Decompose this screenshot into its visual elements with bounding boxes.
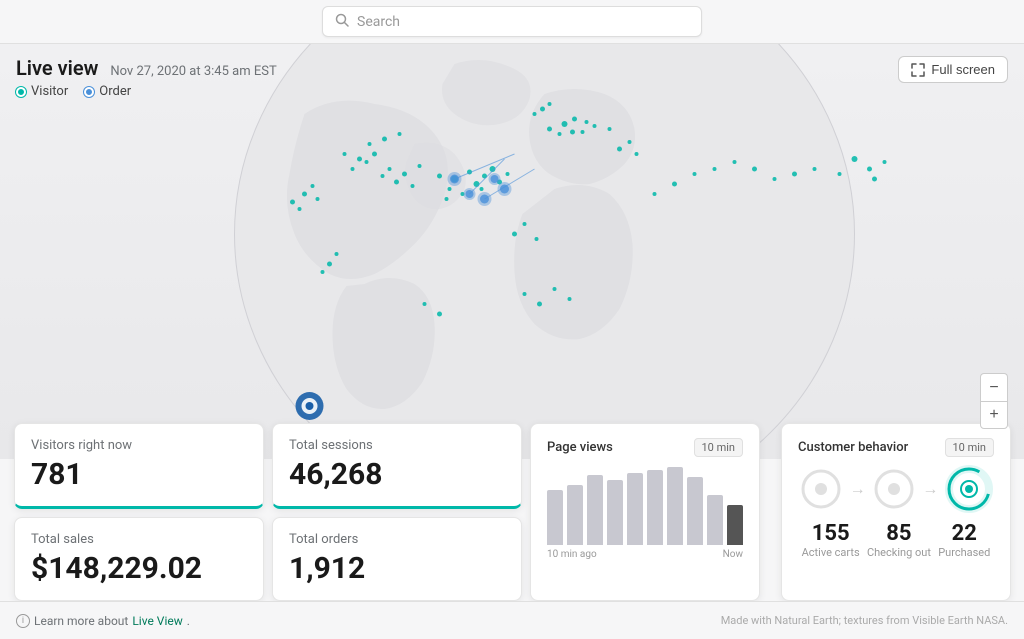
bstat-carts-value: 155 (802, 521, 860, 546)
footer-left: i Learn more about Live View . (16, 614, 190, 628)
legend-row: Visitor Order (16, 84, 277, 99)
bstat-checkout: 85 Checking out (867, 521, 931, 559)
legend-order: Order (84, 84, 131, 99)
behavior-title: Customer behavior (798, 440, 908, 455)
info-icon: i (16, 614, 30, 628)
visitors-label: Visitors right now (31, 438, 247, 453)
pageviews-card: Page views 10 min 10 min ago Now (530, 423, 760, 601)
behavior-badge: 10 min (945, 438, 995, 457)
fullscreen-label: Full screen (931, 62, 995, 77)
bstat-purchased-value: 22 (938, 521, 990, 546)
circle-purchased (945, 465, 993, 513)
footer-right: Made with Natural Earth; textures from V… (721, 614, 1008, 627)
order-label: Order (99, 84, 131, 99)
behavior-card: Customer behavior 10 min → (781, 423, 1011, 601)
sessions-card: Total sessions 46,268 (272, 423, 522, 509)
orders-card: Total orders 1,912 (272, 517, 522, 601)
live-header: Live view Nov 27, 2020 at 3:45 am EST Vi… (0, 44, 1024, 107)
fullscreen-icon (911, 63, 925, 77)
sessions-label: Total sessions (289, 438, 505, 453)
bar-2 (587, 475, 603, 545)
sales-label: Total sales (31, 532, 247, 547)
live-timestamp: Nov 27, 2020 at 3:45 am EST (110, 64, 276, 79)
footer-bar: i Learn more about Live View . Made with… (0, 601, 1024, 639)
pageviews-chart (547, 465, 743, 545)
circle-active-carts (799, 467, 843, 511)
visitors-value: 781 (31, 457, 247, 492)
arrow-2: → (922, 479, 938, 499)
fullscreen-button[interactable]: Full screen (898, 56, 1008, 83)
search-placeholder: Search (357, 14, 400, 30)
arrow-1: → (850, 479, 866, 499)
live-view-link[interactable]: Live View (132, 614, 182, 628)
order-dot (84, 87, 94, 97)
zoom-controls: − + (980, 373, 1008, 429)
bar-4 (627, 473, 643, 545)
pageviews-badge: 10 min (694, 438, 744, 457)
zoom-out-button[interactable]: − (980, 373, 1008, 401)
bar-7 (687, 477, 703, 545)
bar-0 (547, 490, 563, 545)
zoom-in-button[interactable]: + (980, 401, 1008, 429)
sales-card: Total sales $148,229.02 (14, 517, 264, 601)
sales-value: $148,229.02 (31, 551, 247, 586)
bstat-carts: 155 Active carts (802, 521, 860, 559)
purchased-circle (945, 465, 993, 513)
top-bar: Search (0, 0, 1024, 44)
behavior-stats: 155 Active carts 85 Checking out 22 Purc… (798, 521, 994, 559)
visitor-dot (16, 87, 26, 97)
behavior-circles: → → (798, 465, 994, 513)
footer-suffix: . (187, 614, 190, 628)
bottom-cards: Visitors right now 781 Total sessions 46… (0, 423, 1024, 601)
orders-value: 1,912 (289, 551, 505, 586)
bar-9 (727, 505, 743, 545)
visitors-card: Visitors right now 781 (14, 423, 264, 509)
bstat-checkout-value: 85 (867, 521, 931, 546)
search-box[interactable]: Search (322, 6, 702, 37)
chart-label-start: 10 min ago (547, 549, 597, 560)
legend-visitor: Visitor (16, 84, 68, 99)
pageviews-title: Page views (547, 440, 613, 455)
active-carts-circle (799, 467, 843, 511)
bar-1 (567, 485, 583, 545)
circle-checking-out (872, 467, 916, 511)
footer-info-text: Learn more about (34, 614, 128, 628)
footer-credit: Made with Natural Earth; textures from V… (721, 614, 1008, 627)
chart-label-end: Now (723, 549, 743, 560)
bstat-checkout-label: Checking out (867, 546, 931, 559)
main-content: Live view Nov 27, 2020 at 3:45 am EST Vi… (0, 44, 1024, 639)
visitor-label: Visitor (31, 84, 68, 99)
orders-label: Total orders (289, 532, 505, 547)
bar-5 (647, 470, 663, 545)
bstat-purchased-label: Purchased (938, 546, 990, 559)
bstat-carts-label: Active carts (802, 546, 860, 559)
bstat-purchased: 22 Purchased (938, 521, 990, 559)
bar-8 (707, 495, 723, 545)
sessions-value: 46,268 (289, 457, 505, 492)
checking-out-circle (872, 467, 916, 511)
page-title: Live view (16, 56, 98, 80)
bar-6 (667, 467, 683, 545)
bar-3 (607, 480, 623, 545)
search-icon (335, 12, 349, 31)
